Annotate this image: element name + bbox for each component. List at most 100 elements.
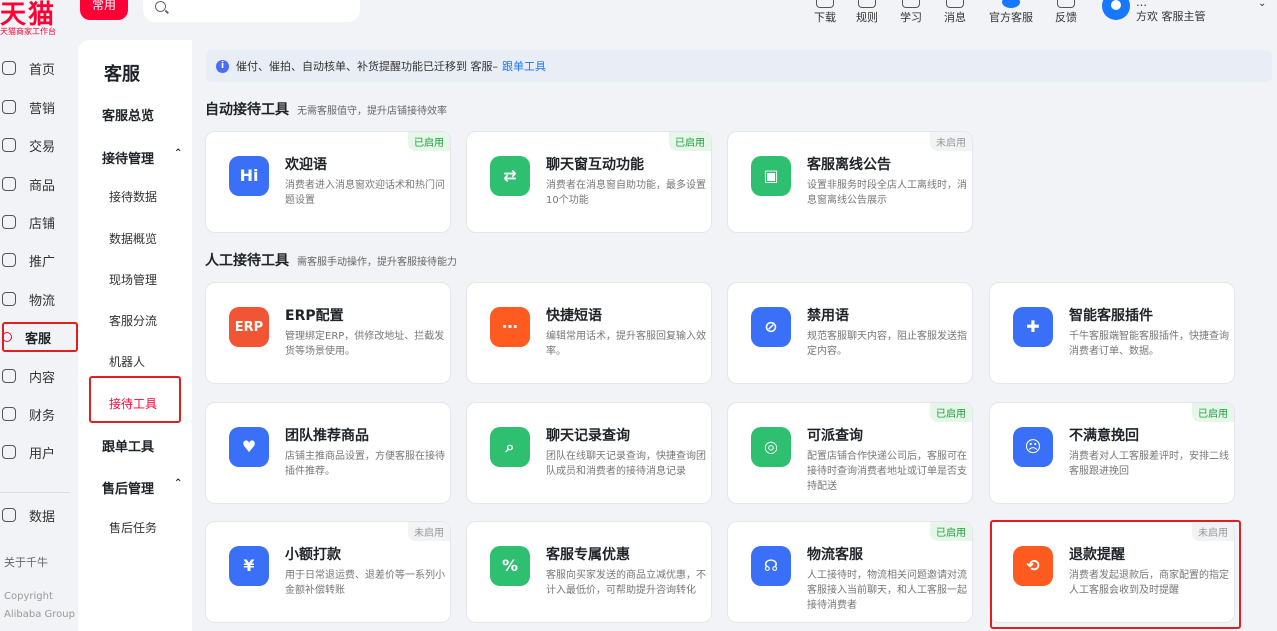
tool-card[interactable]: ERP ERP配置 管理绑定ERP，供修改地址、拦截发货等场景使用。 — [205, 282, 451, 384]
tool-message[interactable]: 消息 — [930, 0, 980, 25]
content-icon — [2, 369, 16, 383]
quick-phrase-icon: ⋯ — [490, 307, 530, 347]
avatar[interactable] — [1102, 0, 1130, 20]
search-input[interactable] — [143, 0, 360, 22]
search-icon — [155, 1, 166, 12]
card-title: 物流客服 — [807, 547, 863, 563]
nav-item-promote[interactable]: 推广 — [0, 246, 78, 274]
section-subtitle: 无需客服值守，提升店铺接待效率 — [297, 106, 447, 117]
icon-glyph: ⊘ — [764, 317, 778, 336]
sub-nav-group-aftersale[interactable]: 售后管理 ⌃ — [102, 478, 182, 497]
support-icon — [1002, 0, 1020, 8]
status-badge: 已启用 — [669, 132, 711, 151]
tool-label: 官方客服 — [989, 11, 1033, 24]
tool-label: 消息 — [944, 11, 966, 24]
learn-icon — [902, 0, 920, 8]
copyright: Copyright — [4, 591, 53, 602]
card-title: ERP配置 — [285, 308, 344, 324]
tool-label: 反馈 — [1055, 11, 1077, 24]
tool-card[interactable]: ⋯ 快捷短语 编辑常用话术，提升客服回复输入效率。 — [466, 282, 712, 384]
tool-card[interactable]: % 客服专属优惠 客服向买家发送的商品立减优惠，不计入最低价，可帮助提升咨询转化 — [466, 521, 712, 623]
home-icon — [2, 61, 16, 75]
nav-item-content[interactable]: 内容 — [0, 362, 78, 390]
nav-item-trade[interactable]: 交易 — [0, 131, 78, 159]
tool-card[interactable]: ▣ 客服离线公告 设置非服务时段全店人工离线时，消息窗离线公告展示 未启用 — [727, 131, 973, 233]
swap-icon: ⇄ — [490, 156, 530, 196]
tool-card[interactable]: ⇄ 聊天窗互动功能 消费者在消息窗自助功能，最多设置10个功能 已启用 — [466, 131, 712, 233]
chat-history-icon: ⌕ — [490, 427, 530, 467]
icon-glyph: ⌕ — [505, 437, 515, 456]
icon-glyph: ⋯ — [502, 317, 518, 336]
ban-icon: ⊘ — [751, 307, 791, 347]
nav-item-users[interactable]: 用户 — [0, 438, 78, 466]
card-title: 智能客服插件 — [1069, 308, 1153, 324]
icon-glyph: Hi — [239, 166, 259, 185]
card-description: 人工接待时，物流相关问题邀请对流客服接入当前聊天，和人工客服一起接待消费者 — [807, 570, 967, 611]
follow-tools-link[interactable]: 跟单工具 — [502, 58, 546, 74]
goods-icon — [2, 177, 16, 191]
nav-item-goods[interactable]: 商品 — [0, 170, 78, 198]
tool-card[interactable]: Hi 欢迎语 消费者进入消息窗欢迎话术和热门问题设置 已启用 — [205, 131, 451, 233]
tool-card[interactable]: ⊘ 禁用语规范客服聊天内容，阻止客服发送指定内容。 — [727, 282, 973, 384]
sub-nav-follow-tools[interactable]: 跟单工具 — [102, 436, 154, 455]
sub-nav-item[interactable]: 售后任务 — [109, 519, 157, 536]
tool-support[interactable]: 官方客服 — [986, 0, 1036, 25]
nav-item-home[interactable]: 首页 — [0, 54, 78, 82]
tool-card[interactable]: ¥ 小额打款 用于日常退运费、退差价等一系列小金额补偿转账 未启用 — [205, 521, 451, 623]
icon-glyph: ▣ — [763, 166, 779, 185]
nav-item-finance[interactable]: 财务 — [0, 400, 78, 428]
nav-item-marketing[interactable]: 营销 — [0, 93, 78, 121]
sub-nav-item[interactable]: 数据概览 — [109, 230, 157, 247]
card-title: 禁用语 — [807, 308, 849, 324]
sub-nav-item[interactable]: 机器人 — [109, 353, 145, 370]
card-title: 可派查询 — [807, 428, 863, 444]
sub-nav-overview[interactable]: 客服总览 — [102, 105, 154, 124]
nav-label: 物流 — [29, 293, 56, 309]
icon-glyph: % — [501, 556, 519, 575]
group-label: 售后管理 — [102, 482, 155, 497]
yen-icon: ¥ — [229, 546, 269, 586]
card-description: 规范客服聊天内容，阻止客服发送指定内容。 — [807, 331, 967, 357]
user-icon — [2, 445, 16, 459]
sub-nav-item[interactable]: 现场管理 — [109, 271, 157, 288]
card-description: 消费者在消息窗自助功能，最多设置10个功能 — [546, 180, 706, 206]
sub-nav-item[interactable]: 客服分流 — [109, 312, 157, 329]
about-link[interactable]: 关于千牛 — [4, 554, 48, 570]
tool-card[interactable]: ♥ 团队推荐商品 店铺主推商品设置，方便客服在接待插件推荐。 — [205, 402, 451, 504]
info-icon: i — [216, 59, 229, 73]
status-badge: 已启用 — [1192, 403, 1234, 422]
nav-item-data[interactable]: 数据 — [0, 501, 78, 529]
common-tab[interactable]: 常用 — [80, 0, 128, 20]
nav-item-store[interactable]: 店铺 — [0, 208, 78, 236]
card-description: 消费者进入消息窗欢迎话术和热门问题设置 — [285, 180, 445, 206]
nav-label: 营销 — [29, 101, 56, 117]
user-role: 方欢 客服主管 — [1136, 10, 1206, 23]
section-subtitle: 需客服手动操作，提升客服接待能力 — [297, 257, 457, 268]
sub-nav-group-reception[interactable]: 接待管理 ⌃ — [102, 148, 182, 167]
card-title: 欢迎语 — [285, 157, 327, 173]
icon-glyph: ¥ — [243, 556, 255, 575]
tool-rules[interactable]: 规则 — [842, 0, 892, 25]
card-title: 客服离线公告 — [807, 157, 891, 173]
tool-learn[interactable]: 学习 — [886, 0, 936, 25]
chevron-down-icon[interactable]: ⌄ — [1258, 0, 1266, 9]
card-title: 快捷短语 — [546, 308, 602, 324]
sub-nav-item[interactable]: 接待数据 — [109, 188, 157, 205]
tool-card[interactable]: ◎ 可派查询 配置店铺合作快递公司后，客服可在接待时查询消费者地址或订单是否支持配送… — [727, 402, 973, 504]
logo-subtitle: 天猫商家工作台 — [0, 27, 56, 36]
yen-circle-icon — [2, 407, 16, 421]
tool-card[interactable]: ⌕ 聊天记录查询 团队在线聊天记录查询，快捷查询团队成员和消费者的接待消息记录 — [466, 402, 712, 504]
notice-bar: i 催付、催拍、自动核单、补货提醒功能已迁移到 客服– 跟单工具 — [206, 50, 1272, 82]
message-icon — [946, 0, 964, 8]
tool-card[interactable]: ☊ 物流客服 人工接待时，物流相关问题邀请对流客服接入当前聊天，和人工客服一起接待消… — [727, 521, 973, 623]
tool-card[interactable]: ✚ 智能客服插件 千牛客服端智能客服插件，快捷查询消费者订单、数据。 — [989, 282, 1235, 384]
heart-icon: ♥ — [229, 427, 269, 467]
nav-item-logistics[interactable]: 物流 — [0, 285, 78, 313]
tool-feedback[interactable]: 反馈 — [1041, 0, 1091, 25]
section-auto: 自动接待工具 无需客服值守，提升店铺接待效率 — [205, 99, 447, 119]
icon-glyph: ♥ — [241, 437, 257, 456]
erp-icon: ERP — [229, 307, 269, 347]
tool-card[interactable]: ☹ 不满意挽回 消费者对人工客服差评时，安排二线客服跟进挽回 已启用 — [989, 402, 1235, 504]
status-badge: 未启用 — [930, 132, 972, 151]
truck-icon — [2, 292, 16, 306]
